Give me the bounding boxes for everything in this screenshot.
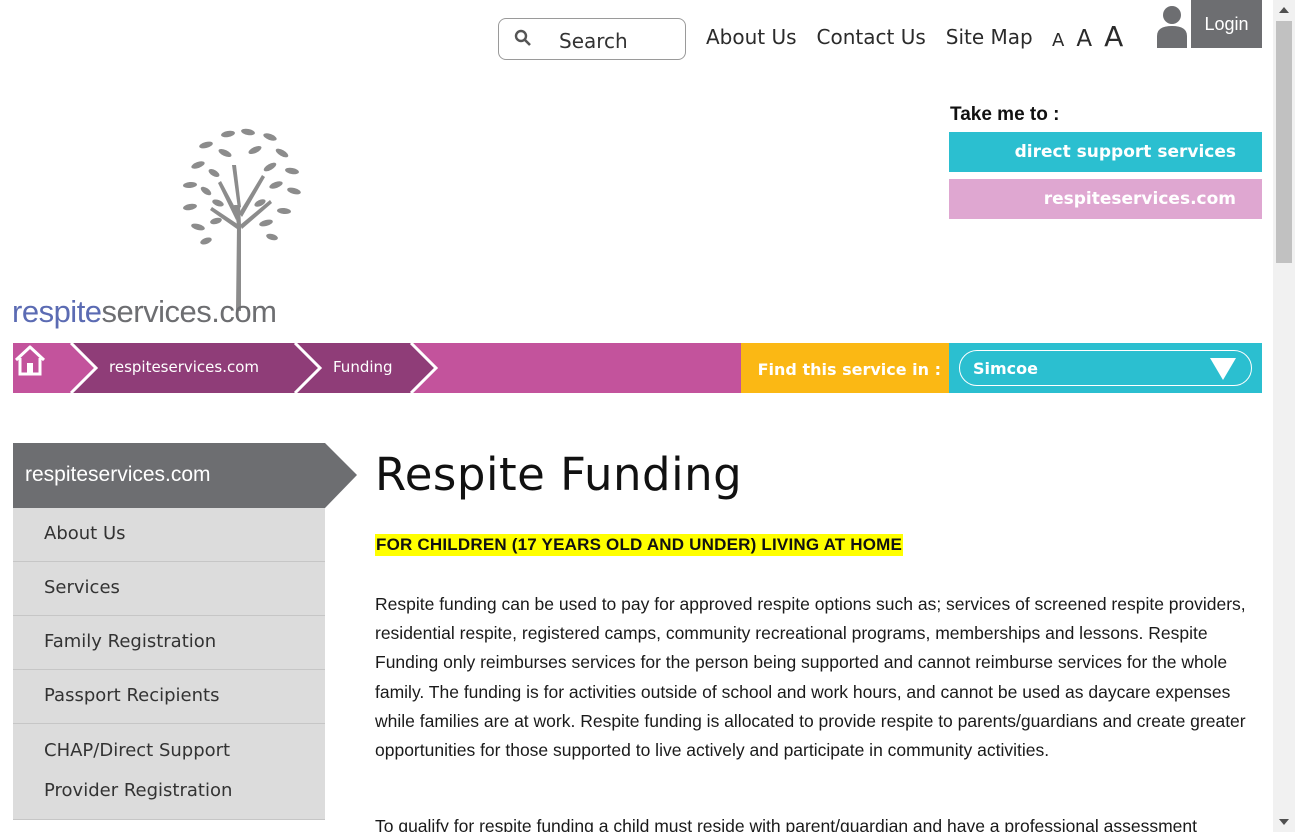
chevron-down-icon [1210, 358, 1236, 380]
top-nav: About Us Contact Us Site Map [706, 25, 1033, 49]
scroll-up-icon[interactable] [1279, 7, 1289, 13]
region-select[interactable]: Simcoe [959, 350, 1252, 386]
sidebar-heading[interactable]: respiteservices.com [13, 443, 357, 508]
about-us-link[interactable]: About Us [706, 25, 797, 49]
logo-text-services: services.com [101, 294, 277, 329]
sidebar-item-services[interactable]: Services [13, 562, 325, 616]
region-select-container: Simcoe [949, 343, 1262, 393]
home-icon[interactable] [13, 343, 47, 377]
search-icon [514, 29, 531, 46]
search-input[interactable]: Search [498, 18, 686, 60]
scroll-down-icon[interactable] [1279, 819, 1289, 825]
sidebar-nav: About Us Services Family Registration Pa… [13, 508, 325, 820]
region-select-value: Simcoe [973, 359, 1039, 378]
breadcrumb-item-respiteservices[interactable]: respiteservices.com [109, 358, 259, 376]
sidebar-item-about-us[interactable]: About Us [13, 508, 325, 562]
font-size-medium-button[interactable]: A [1076, 26, 1092, 52]
respiteservices-button[interactable]: respiteservices.com [949, 179, 1262, 219]
logo-text-respite: respite [12, 294, 102, 329]
site-logo[interactable]: respiteservices.com [12, 294, 277, 330]
direct-support-services-button[interactable]: direct support services [949, 132, 1262, 172]
breadcrumb: respiteservices.com Funding [13, 343, 741, 393]
page-scrollbar[interactable] [1273, 0, 1295, 832]
user-icon[interactable] [1156, 2, 1188, 48]
font-size-large-button[interactable]: A [1104, 20, 1123, 53]
eligibility-highlight: FOR CHILDREN (17 YEARS OLD AND UNDER) LI… [375, 534, 904, 556]
font-size-controls: A A A [1052, 20, 1123, 53]
site-map-link[interactable]: Site Map [946, 25, 1033, 49]
contact-us-link[interactable]: Contact Us [817, 25, 926, 49]
sidebar-heading-label: respiteservices.com [25, 463, 211, 486]
sidebar-item-family-registration[interactable]: Family Registration [13, 616, 325, 670]
login-button[interactable]: Login [1191, 0, 1262, 48]
find-service-label: Find this service in : [741, 343, 949, 393]
sidebar-item-passport-recipients[interactable]: Passport Recipients [13, 670, 325, 724]
font-size-small-button[interactable]: A [1052, 30, 1064, 51]
qualification-paragraph: To qualify for respite funding a child m… [375, 816, 1197, 832]
breadcrumb-item-funding[interactable]: Funding [333, 358, 393, 376]
sidebar-item-chap-provider-registration[interactable]: CHAP/Direct Support Provider Registratio… [13, 724, 325, 820]
search-placeholder: Search [559, 29, 628, 53]
take-me-to-label: Take me to : [950, 104, 1060, 125]
funding-description-paragraph: Respite funding can be used to pay for a… [375, 594, 1246, 761]
scrollbar-thumb[interactable] [1276, 21, 1292, 263]
page-title: Respite Funding [375, 448, 743, 501]
